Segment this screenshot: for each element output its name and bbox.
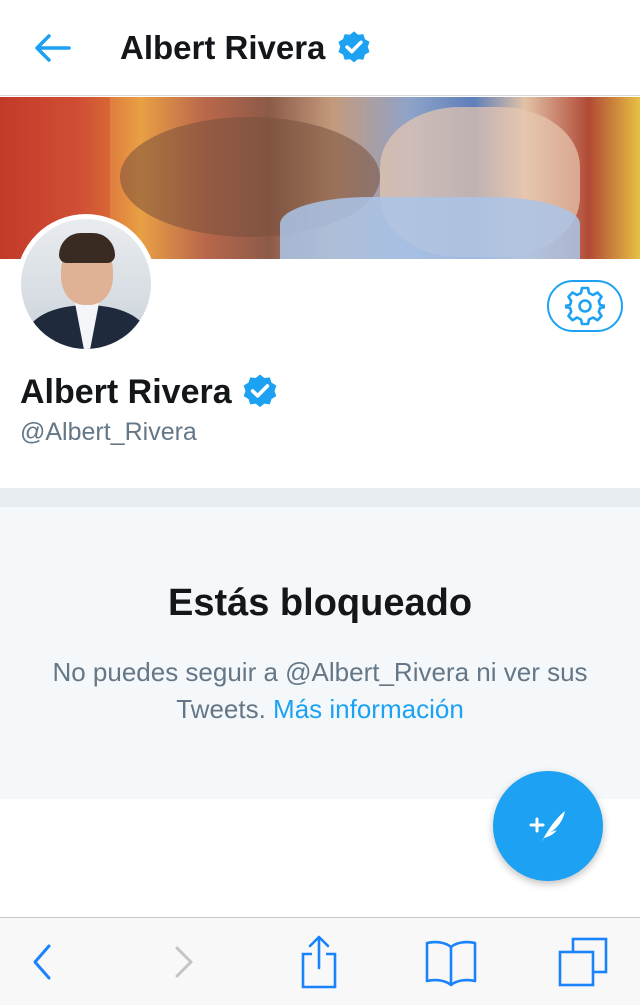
blocked-notice — [0, 507, 640, 799]
verified-badge-icon — [338, 31, 370, 63]
profile-name: Albert Rivera — [20, 370, 280, 414]
page-title-text: Albert Rivera — [120, 29, 326, 66]
forward-icon — [175, 946, 193, 978]
avatar-hair — [59, 233, 115, 263]
browser-tabs-button[interactable] — [553, 932, 613, 992]
compose-tweet-icon — [529, 811, 565, 843]
browser-bookmarks-button[interactable] — [421, 932, 481, 992]
blocked-title: Estás bloqueado — [167, 582, 473, 624]
browser-forward-button[interactable] — [153, 932, 213, 992]
banner-shape — [280, 197, 580, 259]
browser-toolbar — [0, 917, 640, 1005]
avatar[interactable] — [16, 214, 156, 354]
back-icon — [33, 944, 51, 980]
tabs-icon — [558, 937, 608, 987]
browser-back-button[interactable] — [13, 932, 73, 992]
compose-tweet-button[interactable] — [493, 771, 603, 881]
section-divider — [0, 488, 640, 507]
profile-handle: @Albert_Rivera — [20, 418, 197, 446]
profile-name-text: Albert Rivera — [20, 372, 232, 411]
profile-settings-button[interactable] — [547, 280, 623, 332]
navigation-bar: Albert Rivera — [0, 0, 640, 96]
browser-share-button[interactable] — [289, 932, 349, 992]
blocked-message: No puedes seguir a @Albert_Rivera ni ver… — [40, 654, 600, 728]
gear-icon — [565, 286, 605, 326]
share-icon — [301, 935, 337, 989]
bookmarks-icon — [425, 940, 477, 987]
back-button[interactable] — [30, 28, 74, 68]
arrow-left-icon — [35, 34, 71, 62]
page-title: Albert Rivera — [120, 26, 373, 70]
verified-badge-icon — [243, 374, 276, 408]
avatar-photo — [21, 219, 151, 349]
more-info-link[interactable]: Más información — [273, 694, 464, 724]
